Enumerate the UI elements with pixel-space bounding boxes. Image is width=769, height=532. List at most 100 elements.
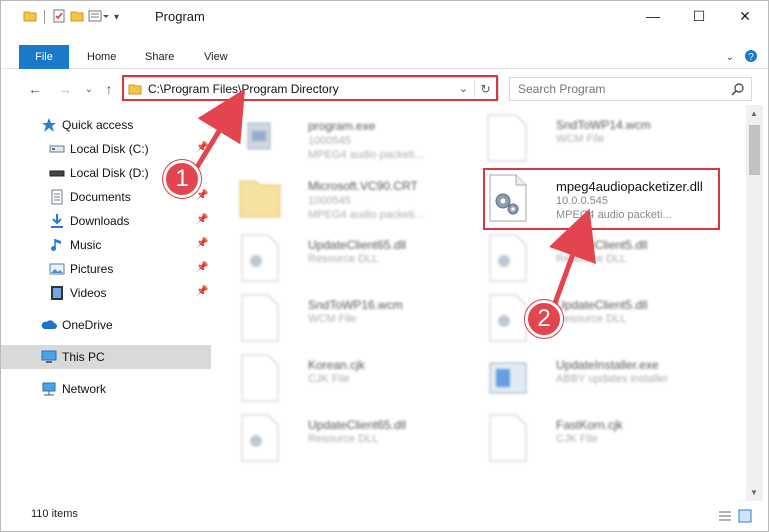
maximize-button[interactable]: ☐ bbox=[676, 1, 722, 31]
file-type: Resource DLL bbox=[308, 433, 379, 445]
list-item[interactable]: SndToWP14.wcm WCM File bbox=[486, 111, 726, 167]
step-1-badge: 1 bbox=[163, 160, 201, 198]
star-icon bbox=[41, 117, 57, 133]
list-item[interactable]: UpdateClient5.dll Resource DLL bbox=[486, 231, 726, 287]
recent-locations-icon[interactable]: ⌄ bbox=[79, 79, 99, 99]
svg-text:?: ? bbox=[748, 52, 754, 63]
file-icon bbox=[486, 413, 530, 463]
list-item[interactable]: UpdateInstaller.exe ABBY updates install… bbox=[486, 351, 726, 407]
network-icon bbox=[41, 381, 57, 397]
music-icon bbox=[49, 237, 65, 253]
file-description: MPEG4 audio packeti... bbox=[308, 209, 424, 221]
file-type: Resource DLL bbox=[308, 253, 379, 265]
search-box[interactable] bbox=[509, 77, 752, 101]
help-icon[interactable]: ? bbox=[744, 49, 758, 66]
dll-gear-icon bbox=[238, 413, 282, 463]
chevron-down-icon[interactable]: ▾ bbox=[114, 12, 119, 23]
file-icon bbox=[486, 113, 530, 163]
file-type: ABBY updates installer bbox=[556, 373, 669, 385]
file-name: UpdateClient65.dll bbox=[308, 418, 407, 432]
sidebar-item-label: This PC bbox=[62, 350, 105, 364]
tab-file[interactable]: File bbox=[19, 45, 69, 69]
sidebar-item-this-pc[interactable]: This PC bbox=[1, 345, 211, 369]
customize-toolbar-icon[interactable] bbox=[88, 9, 110, 26]
pin-icon[interactable]: 📌 bbox=[196, 214, 208, 225]
file-type: CJK File bbox=[556, 433, 598, 445]
list-item[interactable]: Korean.cjk CJK File bbox=[238, 351, 478, 407]
sidebar-item-pictures[interactable]: Pictures 📌 bbox=[1, 257, 211, 281]
list-item[interactable]: FastKorn.cjk CJK File bbox=[486, 411, 726, 467]
sidebar-item-network[interactable]: Network bbox=[1, 377, 211, 401]
documents-icon bbox=[49, 189, 65, 205]
sidebar-item-label: Music bbox=[70, 238, 102, 252]
file-icon bbox=[238, 353, 282, 403]
sidebar-item-local-disk-c[interactable]: Local Disk (C:) 📌 bbox=[1, 137, 211, 161]
scroll-down-icon[interactable]: ▼ bbox=[750, 488, 758, 497]
sidebar-item-label: Local Disk (C:) bbox=[70, 142, 149, 156]
file-name: UpdateClient65.dll bbox=[308, 238, 407, 252]
list-item[interactable]: program.exe 1000545 MPEG4 audio packeti.… bbox=[238, 111, 478, 167]
folder-icon[interactable] bbox=[23, 9, 37, 26]
drive-icon bbox=[49, 165, 65, 181]
back-arrow-icon[interactable]: ← bbox=[25, 79, 45, 99]
up-arrow-icon[interactable]: ↑ bbox=[99, 79, 119, 99]
list-item[interactable]: SndToWP16.wcm WCM File bbox=[238, 291, 478, 347]
vertical-scrollbar[interactable]: ▲ ▼ bbox=[746, 105, 763, 501]
drive-icon bbox=[49, 141, 65, 157]
large-icons-view-icon[interactable] bbox=[738, 509, 752, 526]
list-item[interactable]: UpdateClient65.dll Resource DLL bbox=[238, 231, 478, 287]
sidebar-item-label: OneDrive bbox=[62, 318, 113, 332]
properties-icon[interactable] bbox=[52, 9, 66, 26]
pin-icon[interactable]: 📌 bbox=[196, 262, 208, 273]
search-icon[interactable] bbox=[731, 82, 745, 99]
sidebar-item-downloads[interactable]: Downloads 📌 bbox=[1, 209, 211, 233]
scrollbar-thumb[interactable] bbox=[749, 125, 760, 175]
search-input[interactable] bbox=[510, 78, 720, 100]
tab-share[interactable]: Share bbox=[145, 45, 174, 69]
file-type: Resource DLL bbox=[556, 253, 627, 265]
file-type: CJK File bbox=[308, 373, 350, 385]
sidebar-item-quick-access[interactable]: Quick access bbox=[1, 113, 211, 137]
list-item[interactable]: UpdateClient5.dll Resource DLL bbox=[486, 291, 726, 347]
file-name: UpdateClient5.dll bbox=[556, 298, 648, 312]
details-view-icon[interactable] bbox=[718, 509, 732, 526]
file-list: program.exe 1000545 MPEG4 audio packeti.… bbox=[214, 105, 746, 501]
list-item[interactable]: Microsoft.VC90.CRT 1000545 MPEG4 audio p… bbox=[238, 171, 478, 227]
computer-icon bbox=[41, 349, 57, 365]
sidebar-item-label: Documents bbox=[70, 190, 131, 204]
item-count: 110 items bbox=[31, 508, 78, 520]
dll-gear-icon bbox=[486, 233, 530, 283]
file-name: UpdateClient5.dll bbox=[556, 238, 648, 252]
file-version: 1000545 bbox=[308, 195, 351, 207]
expand-ribbon-icon[interactable]: ⌄ bbox=[726, 52, 734, 63]
dll-gear-icon bbox=[486, 293, 530, 343]
status-bar: 110 items bbox=[1, 503, 768, 531]
sidebar-item-onedrive[interactable]: OneDrive bbox=[1, 313, 211, 337]
list-item[interactable]: UpdateClient65.dll Resource DLL bbox=[238, 411, 478, 467]
sidebar-item-videos[interactable]: Videos 📌 bbox=[1, 281, 211, 305]
ribbon-controls: ⌄ ? bbox=[726, 49, 758, 66]
file-name: UpdateInstaller.exe bbox=[556, 358, 659, 372]
file-icon bbox=[238, 293, 282, 343]
close-button[interactable]: ✕ bbox=[722, 1, 768, 31]
file-name: SndToWP14.wcm bbox=[556, 118, 651, 132]
pictures-icon bbox=[49, 261, 65, 277]
videos-icon bbox=[49, 285, 65, 301]
new-folder-icon[interactable] bbox=[70, 9, 84, 26]
pin-icon[interactable]: 📌 bbox=[196, 190, 208, 201]
pin-icon[interactable]: 📌 bbox=[196, 286, 208, 297]
tab-home[interactable]: Home bbox=[87, 45, 116, 69]
sidebar-item-music[interactable]: Music 📌 bbox=[1, 233, 211, 257]
minimize-button[interactable]: — bbox=[630, 1, 676, 31]
scroll-up-icon[interactable]: ▲ bbox=[750, 109, 758, 118]
pin-icon[interactable]: 📌 bbox=[196, 238, 208, 249]
file-type: WCM File bbox=[308, 313, 357, 325]
sidebar-item-label: Local Disk (D:) bbox=[70, 166, 149, 180]
tab-view[interactable]: View bbox=[204, 45, 228, 69]
step-2-badge: 2 bbox=[525, 300, 563, 338]
sidebar-item-label: Quick access bbox=[62, 118, 134, 132]
target-file-highlight bbox=[483, 168, 720, 230]
forward-arrow-icon[interactable]: → bbox=[55, 79, 75, 99]
pin-icon[interactable]: 📌 bbox=[196, 142, 208, 153]
file-name: FastKorn.cjk bbox=[556, 418, 623, 432]
